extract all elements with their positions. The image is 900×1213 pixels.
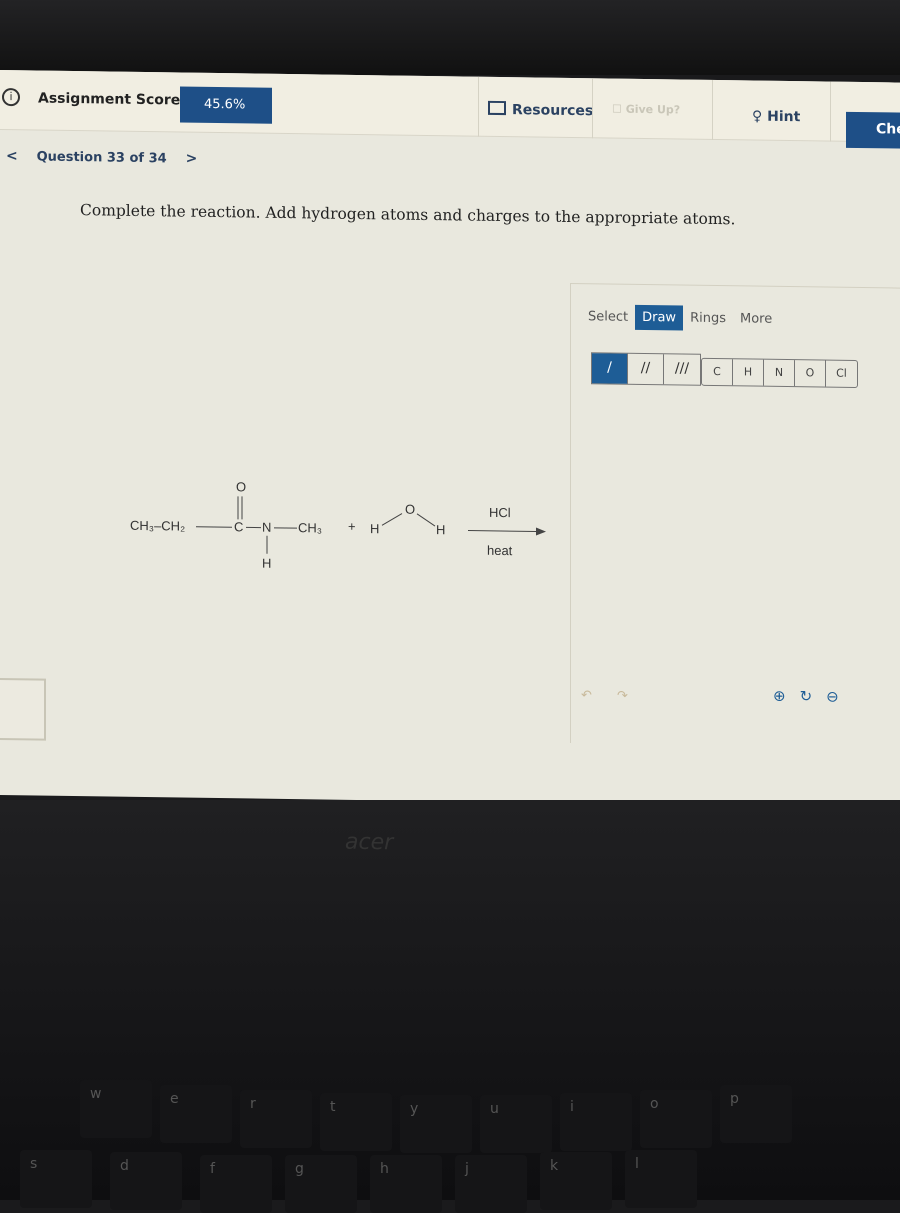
reaction-arrow: [536, 527, 546, 535]
give-up-icon: ☐: [612, 103, 626, 116]
resources-button[interactable]: Resources: [488, 101, 593, 119]
key: p: [720, 1085, 792, 1143]
amide-hydrogen: H: [262, 556, 271, 571]
brand-logo: acer: [345, 830, 394, 856]
key: f: [200, 1155, 272, 1213]
water-oxygen: O: [405, 502, 415, 517]
ethyl-group: CH₃–CH₂: [130, 518, 185, 534]
key: l: [625, 1150, 697, 1208]
reaction-scheme: O CH₃–CH₂ C N CH₃ H + H O H HCl heat: [120, 462, 560, 588]
screen: i Assignment Score: 45.6% Resources ☐ Gi…: [0, 70, 900, 808]
tab-rings[interactable]: Rings: [683, 306, 733, 332]
redo-button[interactable]: ↷: [617, 689, 628, 704]
key: j: [455, 1155, 527, 1213]
check-answer-button[interactable]: Che: [846, 112, 900, 149]
key: s: [20, 1150, 92, 1208]
zoom-out-icon[interactable]: ⊖: [826, 688, 839, 706]
score-label: Assignment Score:: [38, 91, 186, 109]
question-counter: Question 33 of 34: [37, 150, 167, 167]
key: o: [640, 1090, 712, 1148]
drawing-panel: Select Draw Rings More / // /// C H N O …: [570, 283, 900, 748]
key: g: [285, 1155, 357, 1213]
prev-question-button[interactable]: <: [6, 148, 18, 164]
key: d: [110, 1152, 182, 1210]
atom-n-button[interactable]: N: [764, 360, 795, 386]
hint-label: Hint: [767, 109, 800, 125]
tab-more[interactable]: More: [733, 306, 779, 332]
carbonyl-carbon: C: [234, 519, 243, 534]
single-bond-button[interactable]: /: [592, 353, 628, 384]
give-up-button[interactable]: ☐ Give Up?: [612, 103, 680, 117]
atom-c-button[interactable]: C: [702, 359, 733, 385]
amide-nitrogen: N: [262, 520, 271, 535]
carbonyl-oxygen: O: [236, 479, 246, 494]
key: t: [320, 1093, 392, 1151]
tab-select[interactable]: Select: [581, 304, 635, 330]
triple-bond-button[interactable]: ///: [664, 354, 700, 385]
atom-o-button[interactable]: O: [795, 360, 826, 386]
key: k: [540, 1152, 612, 1210]
next-question-button[interactable]: >: [186, 151, 198, 167]
key: u: [480, 1095, 552, 1153]
editor-tabs: Select Draw Rings More: [581, 304, 779, 332]
zoom-in-icon[interactable]: ⊕: [773, 687, 786, 705]
key: i: [560, 1093, 632, 1151]
give-up-label: Give Up?: [626, 103, 680, 117]
question-nav: < Question 33 of 34 >: [6, 148, 211, 167]
laptop-keyboard: acer w e r t y u i o p s d f g h j k l: [0, 800, 900, 1200]
score-value: 45.6%: [180, 87, 272, 124]
double-bond-button[interactable]: //: [628, 354, 664, 385]
bond-tools: / // ///: [591, 352, 701, 386]
reset-icon[interactable]: ↻: [800, 687, 813, 705]
reagent-label: HCl: [489, 505, 511, 520]
hint-button[interactable]: ♀ Hint: [752, 109, 800, 126]
laptop-bezel: [0, 0, 900, 75]
info-icon[interactable]: i: [2, 88, 20, 106]
key: y: [400, 1095, 472, 1153]
key: h: [370, 1155, 442, 1213]
lightbulb-icon: ♀: [752, 109, 767, 125]
water-h2: H: [436, 522, 445, 537]
atom-cl-button[interactable]: Cl: [826, 361, 857, 387]
key: w: [80, 1080, 152, 1138]
undo-button[interactable]: ↶: [581, 688, 592, 703]
methyl-group: CH₃: [298, 520, 322, 535]
atom-tools: C H N O Cl: [701, 358, 858, 388]
zoom-controls: ⊕ ↻ ⊖: [773, 687, 839, 706]
atom-h-button[interactable]: H: [733, 359, 764, 385]
tab-draw[interactable]: Draw: [635, 305, 683, 331]
key: r: [240, 1090, 312, 1148]
plus-sign: +: [348, 519, 356, 534]
folder-icon: [488, 101, 506, 115]
top-bar: i Assignment Score: 45.6% Resources ☐ Gi…: [0, 70, 900, 143]
side-panel-box[interactable]: [0, 678, 46, 741]
water-h1: H: [370, 521, 379, 536]
key: e: [160, 1085, 232, 1143]
resources-label: Resources: [512, 102, 593, 119]
condition-label: heat: [487, 543, 513, 558]
question-prompt: Complete the reaction. Add hydrogen atom…: [80, 201, 735, 228]
